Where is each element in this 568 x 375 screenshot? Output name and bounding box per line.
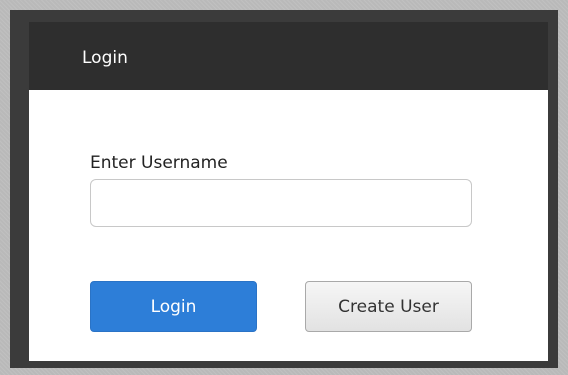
username-input[interactable]	[90, 179, 472, 227]
login-button[interactable]: Login	[90, 281, 257, 332]
dialog-title: Login	[82, 48, 128, 68]
username-label: Enter Username	[90, 153, 228, 173]
login-dialog: Login Enter Username Login Create User	[29, 22, 548, 361]
dialog-title-bar: Login	[29, 22, 548, 90]
create-user-button[interactable]: Create User	[305, 281, 472, 332]
